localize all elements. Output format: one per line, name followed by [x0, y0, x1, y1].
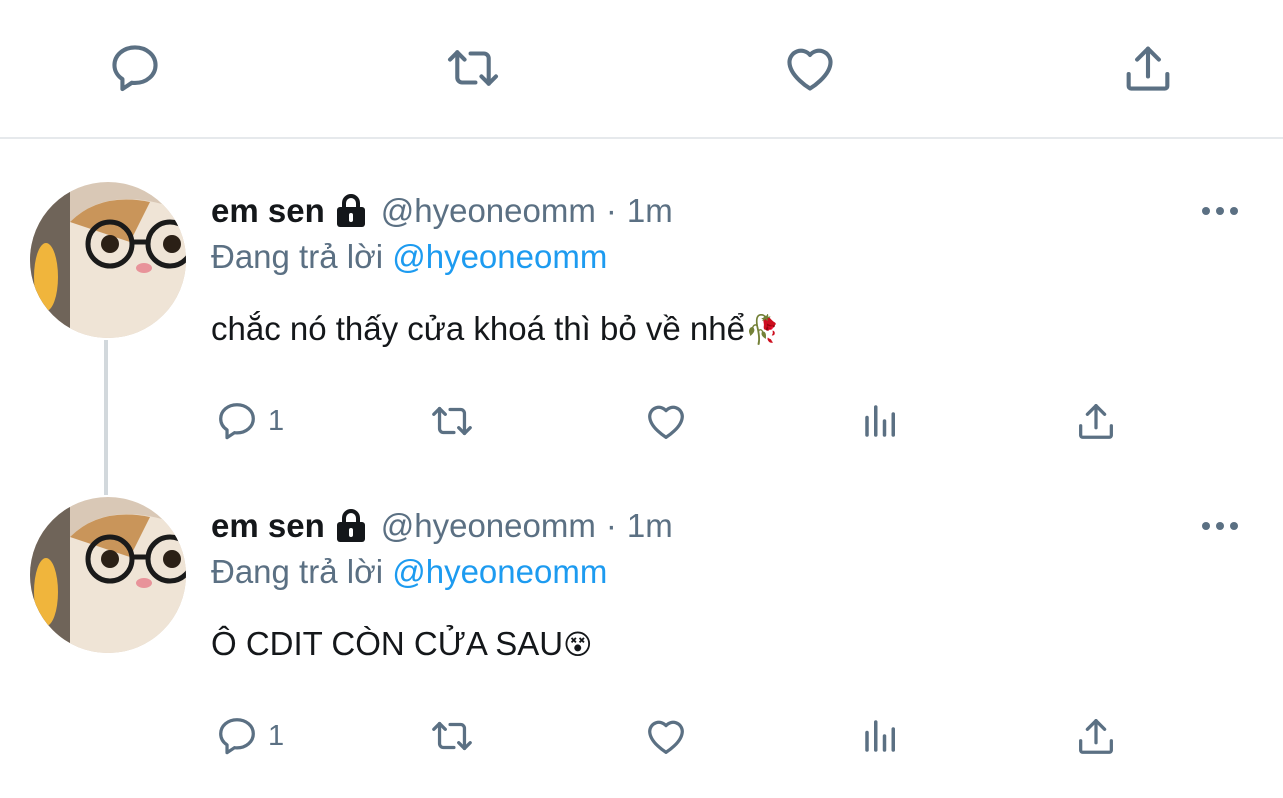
timestamp[interactable]: 1m — [627, 507, 673, 545]
like-icon — [648, 405, 684, 439]
reply-button[interactable]: 1 — [214, 391, 284, 451]
tweet-actions: 1 — [0, 391, 1283, 451]
reply-button[interactable] — [105, 38, 165, 98]
analytics-button[interactable] — [860, 391, 902, 451]
focused-tweet-actions — [0, 0, 1283, 138]
more-options-button[interactable] — [1196, 195, 1244, 227]
replying-to: Đang trả lời @hyeoneomm — [211, 553, 607, 591]
more-icon — [1202, 522, 1238, 530]
retweet-button[interactable] — [426, 391, 478, 451]
reply-count: 1 — [268, 404, 285, 437]
more-icon — [1202, 207, 1238, 215]
analytics-icon — [865, 720, 895, 752]
share-button[interactable] — [1073, 391, 1119, 451]
tweet-actions: 1 — [0, 706, 1283, 766]
analytics-button[interactable] — [860, 706, 902, 766]
avatar[interactable] — [30, 182, 186, 338]
reply-icon — [219, 403, 255, 440]
retweet-button[interactable] — [443, 38, 503, 98]
more-options-button[interactable] — [1196, 510, 1244, 542]
lock-icon — [335, 509, 367, 543]
like-icon — [648, 720, 684, 754]
like-button[interactable] — [643, 391, 689, 451]
tweet-text-content: chắc nó thấy cửa khoá thì bỏ về nhể — [211, 310, 745, 347]
separator: · — [605, 507, 617, 544]
share-icon — [1079, 404, 1113, 439]
reply-icon — [219, 718, 255, 755]
mention-link[interactable]: @hyeoneomm — [392, 238, 607, 275]
mention-link[interactable]: @hyeoneomm — [392, 553, 607, 590]
like-button[interactable] — [643, 706, 689, 766]
tweet-header: em sen @hyeoneomm · 1m — [211, 500, 673, 552]
separator: · — [605, 192, 617, 229]
share-icon — [1126, 46, 1170, 91]
retweet-icon — [432, 721, 472, 751]
tweet-emoji: 😵 — [563, 628, 593, 660]
share-icon — [1079, 719, 1113, 754]
timestamp[interactable]: 1m — [627, 192, 673, 230]
retweet-icon — [447, 50, 499, 86]
tweet-text: Ô CDIT CÒN CỬA SAU 😵 — [211, 625, 592, 663]
display-name[interactable]: em sen — [211, 507, 325, 545]
divider — [0, 137, 1283, 139]
share-button[interactable] — [1073, 706, 1119, 766]
username[interactable]: @hyeoneomm — [381, 507, 596, 545]
retweet-icon — [432, 406, 472, 436]
reply-count: 1 — [268, 719, 285, 752]
avatar[interactable] — [30, 497, 186, 653]
tweet-text-content: Ô CDIT CÒN CỬA SAU — [211, 625, 564, 662]
tweet-emoji: 🥀 — [744, 313, 780, 345]
reply-icon — [112, 45, 158, 92]
tweet-text: chắc nó thấy cửa khoá thì bỏ về nhể 🥀 — [211, 310, 780, 348]
lock-icon — [335, 194, 367, 228]
like-button[interactable] — [780, 38, 840, 98]
replying-to: Đang trả lời @hyeoneomm — [211, 238, 607, 276]
display-name[interactable]: em sen — [211, 192, 325, 230]
analytics-icon — [865, 405, 895, 437]
retweet-button[interactable] — [426, 706, 478, 766]
replying-label: Đang trả lời — [211, 553, 384, 590]
reply-button[interactable]: 1 — [214, 706, 284, 766]
tweet-header: em sen @hyeoneomm · 1m — [211, 185, 673, 237]
replying-label: Đang trả lời — [211, 238, 384, 275]
like-icon — [787, 48, 833, 91]
share-button[interactable] — [1118, 38, 1178, 98]
username[interactable]: @hyeoneomm — [381, 192, 596, 230]
